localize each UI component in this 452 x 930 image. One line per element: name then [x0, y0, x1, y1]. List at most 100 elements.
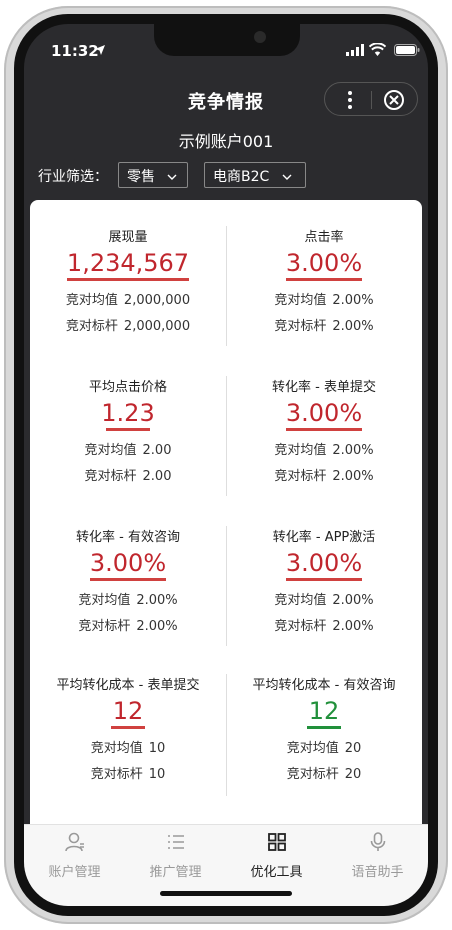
industry-dropdown[interactable]: 零售 [118, 162, 188, 188]
competitor-average-row: 竞对均值 2.00% [226, 439, 422, 458]
competitor-benchmark-value: 10 [148, 767, 166, 782]
metrics-panel: 展现量 1,234,567 竞对均值 2,000,000 竞对标杆 2,000,000 点击… [30, 200, 422, 830]
mini-program-capsule [324, 82, 418, 116]
metric-card: 点击率 3.00% 竞对均值 2.00% 竞对标杆 2.00% [226, 226, 422, 334]
tab-promotion-management[interactable]: 推广管理 [125, 831, 226, 880]
metric-value: 3.00% [285, 249, 363, 277]
chevron-down-icon [282, 174, 292, 180]
microphone-icon [370, 832, 385, 851]
competitor-average-value: 2.00% [332, 593, 374, 608]
grid-icon [267, 833, 286, 851]
bottom-tab-bar: 账户管理 推广管理 优化工具 语音助手 [24, 824, 428, 906]
account-name: 示例账户001 [178, 132, 274, 151]
metric-title: 平均转化成本 - 有效咨询 [252, 678, 396, 693]
competitor-average-row: 竞对均值 20 [226, 737, 422, 756]
column-divider [226, 376, 227, 496]
metric-value: 12 [112, 697, 144, 725]
competitor-benchmark-label: 竞对标杆 [274, 469, 327, 484]
competitor-benchmark-value: 2.00% [332, 319, 374, 334]
competitor-benchmark-row: 竞对标杆 20 [226, 763, 422, 782]
metric-value-underline [67, 278, 189, 281]
metric-value: 3.00% [285, 549, 363, 577]
metric-value-underline [286, 578, 362, 581]
more-options-button[interactable] [335, 86, 365, 114]
status-time: 11:32 [51, 42, 99, 60]
competitor-average-row: 竞对均值 2,000,000 [30, 289, 226, 308]
metric-title: 转化率 - 表单提交 [272, 380, 376, 395]
competitor-average-label: 竞对均值 [274, 443, 327, 458]
competitor-average-value: 2.00% [332, 443, 374, 458]
location-arrow-icon [95, 45, 105, 55]
column-divider [226, 526, 227, 646]
tab-optimization-tools[interactable]: 优化工具 [226, 831, 327, 880]
competitor-average-label: 竞对均值 [65, 293, 118, 308]
metric-card: 平均转化成本 - 有效咨询 12 竞对均值 20 竞对标杆 20 [226, 674, 422, 782]
metric-card: 转化率 - 有效咨询 3.00% 竞对均值 2.00% 竞对标杆 2.00% [30, 526, 226, 634]
sub-industry-dropdown[interactable]: 电商B2C [204, 162, 306, 188]
wifi-icon [369, 43, 386, 56]
competitor-average-row: 竞对均值 2.00% [30, 589, 226, 608]
competitor-average-label: 竞对均值 [90, 741, 143, 756]
competitor-average-row: 竞对均值 2.00 [30, 439, 226, 458]
competitor-benchmark-value: 2.00% [136, 619, 178, 634]
metric-value: 3.00% [285, 399, 363, 427]
competitor-average-row: 竞对均值 2.00% [226, 589, 422, 608]
competitor-average-label: 竞对均值 [286, 741, 339, 756]
competitor-average-value: 2.00 [142, 443, 172, 458]
metric-card: 展现量 1,234,567 竞对均值 2,000,000 竞对标杆 2,000,000 [30, 226, 226, 334]
competitor-benchmark-row: 竞对标杆 2.00% [226, 315, 422, 334]
metric-value: 1,234,567 [66, 249, 190, 277]
sub-industry-dropdown-value: 电商B2C [213, 169, 270, 185]
competitor-benchmark-label: 竞对标杆 [65, 319, 118, 334]
competitor-benchmark-label: 竞对标杆 [84, 469, 137, 484]
close-button[interactable] [380, 87, 408, 113]
metric-value: 3.00% [89, 549, 167, 577]
tab-label: 语音助手 [351, 865, 404, 880]
tab-voice-assistant[interactable]: 语音助手 [327, 831, 428, 880]
metric-title: 展现量 [108, 230, 148, 245]
competitor-benchmark-row: 竞对标杆 2.00% [30, 615, 226, 634]
competitor-average-label: 竞对均值 [78, 593, 131, 608]
competitor-benchmark-value: 20 [344, 767, 362, 782]
competitor-average-label: 竞对均值 [274, 293, 327, 308]
metric-title: 点击率 [304, 230, 344, 245]
competitor-benchmark-value: 2,000,000 [123, 319, 191, 334]
home-indicator [160, 891, 292, 896]
metric-value-underline [286, 428, 362, 431]
filter-label: 行业筛选： [38, 169, 108, 185]
title-bar: 竞争情报 [24, 82, 428, 118]
competitor-benchmark-label: 竞对标杆 [274, 619, 327, 634]
chevron-down-icon [167, 174, 177, 180]
user-icon [64, 832, 84, 852]
competitor-average-value: 20 [344, 741, 362, 756]
device-notch [154, 24, 300, 56]
metric-title: 平均转化成本 - 表单提交 [56, 678, 200, 693]
metric-value-underline [90, 578, 166, 581]
competitor-benchmark-value: 2.00% [332, 469, 374, 484]
metric-value-underline [106, 428, 150, 431]
competitor-benchmark-label: 竞对标杆 [78, 619, 131, 634]
competitor-benchmark-row: 竞对标杆 2,000,000 [30, 315, 226, 334]
competitor-benchmark-label: 竞对标杆 [90, 767, 143, 782]
industry-dropdown-value: 零售 [127, 169, 155, 185]
competitor-benchmark-value: 2.00 [142, 469, 172, 484]
metric-value: 12 [308, 697, 340, 725]
tab-label: 优化工具 [250, 865, 303, 880]
metric-value: 1.23 [101, 399, 155, 427]
competitor-average-row: 竞对均值 2.00% [226, 289, 422, 308]
metric-card: 转化率 - 表单提交 3.00% 竞对均值 2.00% 竞对标杆 2.00% [226, 376, 422, 484]
tab-label: 账户管理 [48, 865, 101, 880]
competitor-average-value: 2.00% [136, 593, 178, 608]
metric-value-underline [111, 726, 145, 729]
competitor-benchmark-row: 竞对标杆 2.00% [226, 615, 422, 634]
competitor-benchmark-row: 竞对标杆 2.00 [30, 465, 226, 484]
competitor-benchmark-value: 2.00% [332, 619, 374, 634]
tab-account-management[interactable]: 账户管理 [24, 831, 125, 880]
competitor-benchmark-label: 竞对标杆 [274, 319, 327, 334]
competitor-benchmark-row: 竞对标杆 2.00% [226, 465, 422, 484]
metric-card: 平均点击价格 1.23 竞对均值 2.00 竞对标杆 2.00 [30, 376, 226, 484]
app-screen: 11:32 竞争情报 示例账户001 行业筛选： 零售 电商B2C 展现量 1,… [24, 24, 428, 906]
metric-card: 转化率 - APP激活 3.00% 竞对均值 2.00% 竞对标杆 2.00% [226, 526, 422, 634]
column-divider [226, 226, 227, 346]
competitor-average-value: 10 [148, 741, 166, 756]
